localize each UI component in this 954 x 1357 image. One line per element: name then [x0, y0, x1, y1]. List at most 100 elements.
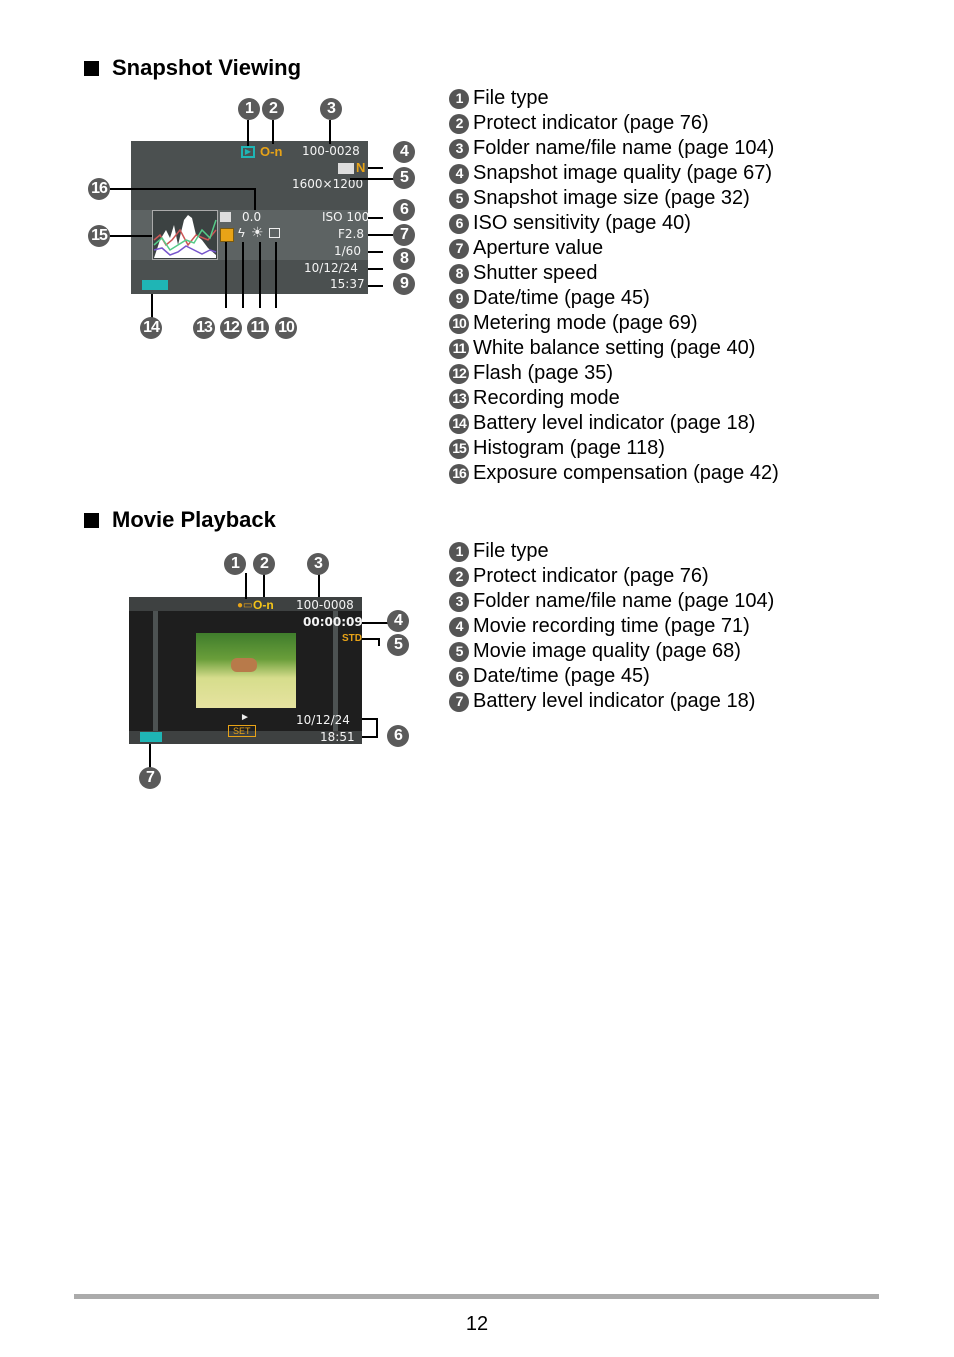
number-badge: 5 — [449, 188, 469, 209]
image-size-icon — [338, 163, 354, 174]
number-badge: 3 — [449, 138, 469, 159]
number-badge: 11 — [449, 338, 469, 359]
legend-label: Shutter speed — [473, 262, 598, 284]
number-badge: 2 — [449, 566, 469, 587]
legend-item: 12 Flash (page 35) — [449, 361, 779, 386]
footer-divider — [74, 1294, 879, 1299]
leader-line — [378, 638, 380, 646]
file-name: 100-0028 — [302, 144, 360, 158]
legend-label: File type — [473, 540, 549, 562]
legend-label: Movie image quality (page 68) — [473, 640, 741, 662]
histogram — [152, 210, 218, 260]
movie-screen-diagram: ●▭ O-n 100-0008 00:00:09 STD ► SET 10/12… — [120, 545, 420, 795]
leader-line — [368, 167, 383, 169]
snapshot-screen-diagram: ▶ O-n 100-0028 N 1600×1200 0.0 ISO 100 F… — [80, 90, 430, 350]
callout-16: 16 — [88, 178, 110, 200]
legend-label: Movie recording time (page 71) — [473, 615, 750, 637]
callout-5: 5 — [387, 634, 409, 656]
callout-2: 2 — [262, 98, 284, 120]
callout-2: 2 — [253, 553, 275, 575]
callout-3: 3 — [320, 98, 342, 120]
number-badge: 1 — [449, 541, 469, 562]
number-badge: 8 — [449, 263, 469, 284]
legend-label: Snapshot image quality (page 67) — [473, 162, 773, 184]
date-value: 10/12/24 — [304, 261, 358, 275]
leader-line — [362, 736, 377, 738]
play-file-type-icon: ▶ — [241, 146, 255, 158]
legend-item: 1 File type — [449, 539, 774, 564]
leader-line — [368, 285, 383, 287]
legend-item: 11 White balance setting (page 40) — [449, 336, 779, 361]
movie-legend: 1 File type 2 Protect indicator (page 76) 3 F… — [449, 539, 774, 714]
square-bullet-icon — [84, 512, 99, 528]
callout-10: 10 — [275, 317, 297, 339]
callout-4: 4 — [393, 141, 415, 163]
callout-12: 12 — [220, 317, 242, 339]
time-value: 18:51 — [320, 730, 355, 744]
legend-item: 1 File type — [449, 86, 779, 111]
legend-item: 5 Snapshot image size (page 32) — [449, 186, 779, 211]
number-badge: 9 — [449, 288, 469, 309]
number-badge: 6 — [449, 213, 469, 234]
legend-item: 16 Exposure compensation (page 42) — [449, 461, 779, 486]
callout-1: 1 — [238, 98, 260, 120]
callout-14: 14 — [140, 317, 162, 339]
leader-line — [368, 268, 383, 270]
recording-time: 00:00:09 — [303, 615, 363, 629]
recording-mode-icon — [220, 228, 234, 242]
legend-label: White balance setting (page 40) — [473, 337, 756, 359]
leader-line — [275, 242, 277, 308]
number-badge: 13 — [449, 388, 469, 409]
file-name: 100-0008 — [296, 598, 354, 612]
callout-7: 7 — [139, 767, 161, 789]
legend-label: File type — [473, 87, 549, 109]
number-badge: 7 — [449, 238, 469, 259]
protect-key-icon: O-n — [253, 598, 274, 612]
number-badge: 6 — [449, 666, 469, 687]
number-badge: 7 — [449, 691, 469, 712]
legend-label: Metering mode (page 69) — [473, 312, 698, 334]
callout-1: 1 — [224, 553, 246, 575]
leader-line — [272, 120, 274, 144]
legend-item: 10 Metering mode (page 69) — [449, 311, 779, 336]
battery-icon — [140, 732, 162, 742]
callout-6: 6 — [393, 199, 415, 221]
legend-item: 4 Movie recording time (page 71) — [449, 614, 774, 639]
section-title-snapshot-viewing: Snapshot Viewing — [84, 55, 301, 81]
leader-line — [245, 573, 247, 599]
leader-line — [362, 718, 377, 720]
legend-item: 7 Aperture value — [449, 236, 779, 261]
aperture-value: F2.8 — [338, 227, 364, 241]
legend-item: 13 Recording mode — [449, 386, 779, 411]
deer-shape — [231, 658, 257, 672]
leader-line — [368, 234, 393, 236]
legend-label: ISO sensitivity (page 40) — [473, 212, 691, 234]
legend-item: 3 Folder name/file name (page 104) — [449, 589, 774, 614]
exposure-comp-icon — [220, 212, 231, 222]
legend-item: 2 Protect indicator (page 76) — [449, 111, 779, 136]
flash-icon: ϟ — [238, 225, 245, 240]
snapshot-legend: 1 File type 2 Protect indicator (page 76) 3 F… — [449, 86, 779, 486]
callout-8: 8 — [393, 248, 415, 270]
protect-key-icon: O-n — [260, 144, 283, 159]
movie-file-type-icon: ●▭ — [237, 600, 253, 611]
legend-item: 3 Folder name/file name (page 104) — [449, 136, 779, 161]
exposure-comp-value: 0.0 — [242, 210, 262, 224]
legend-item: 4 Snapshot image quality (page 67) — [449, 161, 779, 186]
legend-label: Folder name/file name (page 104) — [473, 590, 775, 612]
legend-label: Exposure compensation (page 42) — [473, 462, 779, 484]
leader-line — [368, 217, 383, 219]
number-badge: 4 — [449, 616, 469, 637]
number-badge: 15 — [449, 438, 469, 459]
callout-7: 7 — [393, 224, 415, 246]
legend-label: Protect indicator (page 76) — [473, 112, 709, 134]
legend-label: Date/time (page 45) — [473, 665, 650, 687]
number-badge: 10 — [449, 313, 469, 334]
white-balance-sun-icon: ☀ — [251, 224, 264, 240]
play-icon: ► — [240, 712, 250, 723]
number-badge: 14 — [449, 413, 469, 434]
legend-label: Folder name/file name (page 104) — [473, 137, 775, 159]
legend-item: 6 Date/time (page 45) — [449, 664, 774, 689]
legend-label: Flash (page 35) — [473, 362, 614, 384]
leader-line — [376, 718, 378, 738]
